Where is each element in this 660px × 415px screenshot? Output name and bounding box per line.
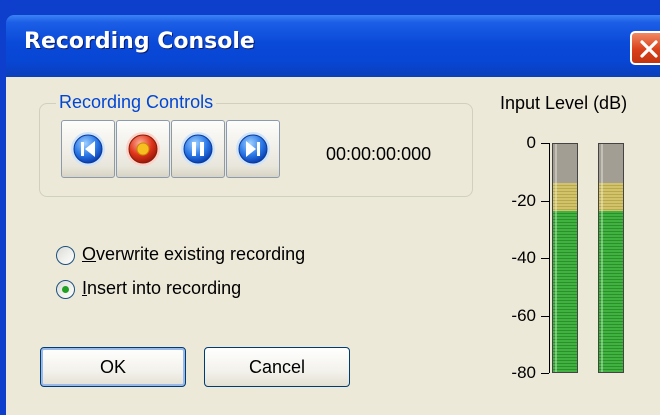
meter-tick-label: -40: [511, 248, 536, 267]
recording-controls-label: Recording Controls: [56, 92, 217, 113]
meter-tick-mark: [541, 373, 549, 374]
meter-tick-mark: [541, 315, 549, 317]
record-icon: [126, 132, 160, 166]
overwrite-accel: O: [82, 244, 97, 264]
input-level-title: Input Level (dB): [500, 93, 628, 113]
pause-icon: [181, 132, 215, 166]
forward-button[interactable]: [226, 120, 280, 178]
pause-button[interactable]: [171, 120, 225, 178]
meter-tick-label: -80: [511, 363, 536, 382]
title-bar[interactable]: Recording Console: [6, 15, 660, 77]
level-bar-channel-1: [552, 143, 578, 373]
insert-radio[interactable]: [56, 280, 75, 299]
meter-tick-label: -60: [511, 305, 536, 325]
bar-highlight: [555, 144, 557, 372]
close-button[interactable]: [630, 31, 660, 65]
overwrite-label-rest: verwrite existing recording: [96, 244, 306, 264]
bar-highlight: [601, 144, 603, 372]
rewind-button[interactable]: [61, 120, 115, 178]
timecode-display: 00:00:00:000: [326, 144, 432, 164]
overwrite-radio[interactable]: [56, 246, 75, 265]
skip-forward-icon: [236, 132, 270, 166]
cancel-button[interactable]: Cancel: [204, 347, 350, 387]
close-icon: [640, 40, 658, 58]
insert-label-rest: nsert into recording: [87, 278, 242, 298]
record-button[interactable]: [116, 120, 170, 178]
meter-tick-mark: [541, 200, 549, 202]
insert-label: Insert into recording: [82, 278, 241, 299]
meter-axis-line: [549, 143, 550, 373]
level-bar-channel-2: [598, 143, 624, 373]
meter-tick-mark: [541, 143, 549, 144]
ok-button[interactable]: OK: [40, 347, 186, 387]
recording-console-window: Recording Console Recording Controls 00:…: [0, 0, 660, 415]
meter-tick-label: 0: [526, 133, 536, 152]
meter-tick-label: -20: [511, 190, 536, 210]
dialog-body: Recording Controls 00:00:00:000 Overwrit…: [6, 77, 660, 415]
overwrite-label: Overwrite existing recording: [82, 244, 305, 265]
skip-back-icon: [71, 132, 105, 166]
meter-tick-mark: [541, 258, 549, 259]
radio-selected-dot: [62, 286, 69, 293]
window-title: Recording Console: [24, 29, 255, 54]
